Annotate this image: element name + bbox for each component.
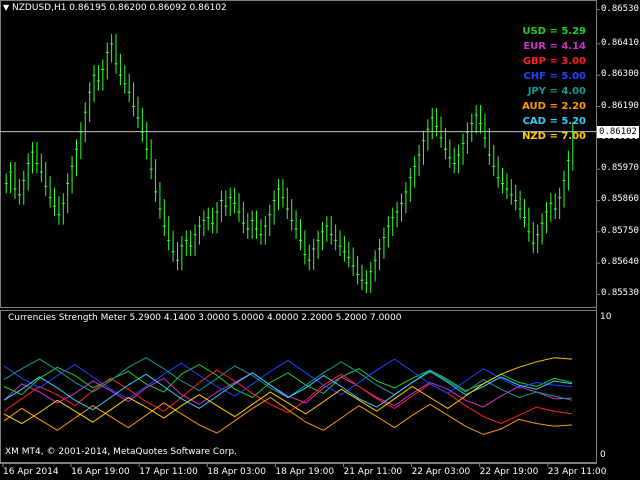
price-tick-label: 0.85750 [601, 225, 639, 236]
price-panel-border [0, 0, 597, 308]
time-tick-label: 22 Apr 19:00 [479, 467, 539, 477]
copyright-text: XM MT4, © 2001-2014, MetaQuotes Software… [5, 447, 237, 457]
time-tick-label: 16 Apr 19:00 [71, 467, 130, 477]
time-tick-label: 18 Apr 03:00 [207, 467, 266, 477]
strength-series [3, 357, 573, 435]
indicator-scale-top: 10 [600, 312, 612, 322]
dropdown-arrow-icon[interactable]: ▼ [3, 3, 9, 12]
legend-item: USD = 5.29 [522, 26, 586, 37]
price-series [4, 33, 575, 294]
current-price-badge: 0.86102 [597, 125, 639, 138]
strength-line-gbp [3, 369, 573, 425]
legend-item: NZD = 7.00 [522, 131, 586, 142]
legend-item: GBP = 3.00 [522, 56, 586, 67]
strength-line-chf [3, 358, 573, 400]
time-tick-label: 22 Apr 03:00 [411, 467, 471, 477]
price-tick-label: 0.85970 [601, 163, 639, 174]
legend-item: EUR = 4.14 [523, 41, 586, 52]
time-tick-label: 21 Apr 11:00 [343, 467, 403, 477]
price-tick-label: 0.85640 [601, 257, 639, 268]
price-tick-label: 0.86410 [601, 37, 639, 48]
legend-item: AUD = 2.20 [522, 101, 586, 112]
currency-legend: USD = 5.29 EUR = 4.14 GBP = 3.00 CHF = 5.00… [522, 26, 586, 146]
time-tick-label: 23 Apr 11:00 [547, 467, 607, 477]
symbol-header: ▼ NZDUSD,H1 0.86195 0.86200 0.86092 0.86… [3, 3, 227, 13]
legend-item: JPY = 4.00 [527, 86, 586, 97]
legend-item: CAD = 5.20 [522, 116, 586, 127]
indicator-title: Currencies Strength Meter 5.2900 4.1400 … [8, 313, 402, 323]
legend-item: CHF = 5.00 [523, 71, 586, 82]
price-tick-label: 0.85530 [601, 288, 639, 299]
price-tick-label: 0.86300 [601, 69, 639, 80]
price-tick-label: 0.86530 [601, 3, 639, 14]
price-tick-label: 0.86190 [601, 100, 639, 111]
time-tick-label: 16 Apr 2014 [3, 467, 59, 477]
mt4-chart-window[interactable]: ▼ NZDUSD,H1 0.86195 0.86200 0.86092 0.86… [0, 0, 640, 480]
indicator-panel-border [0, 310, 597, 463]
indicator-scale-bottom: 0 [600, 450, 606, 460]
price-tick-label: 0.85860 [601, 194, 639, 205]
axis-ticks [2, 9, 600, 467]
time-tick-label: 18 Apr 19:00 [275, 467, 335, 477]
time-tick-label: 17 Apr 11:00 [139, 467, 198, 477]
symbol-ohlc-text: NZDUSD,H1 0.86195 0.86200 0.86092 0.8610… [12, 3, 227, 13]
